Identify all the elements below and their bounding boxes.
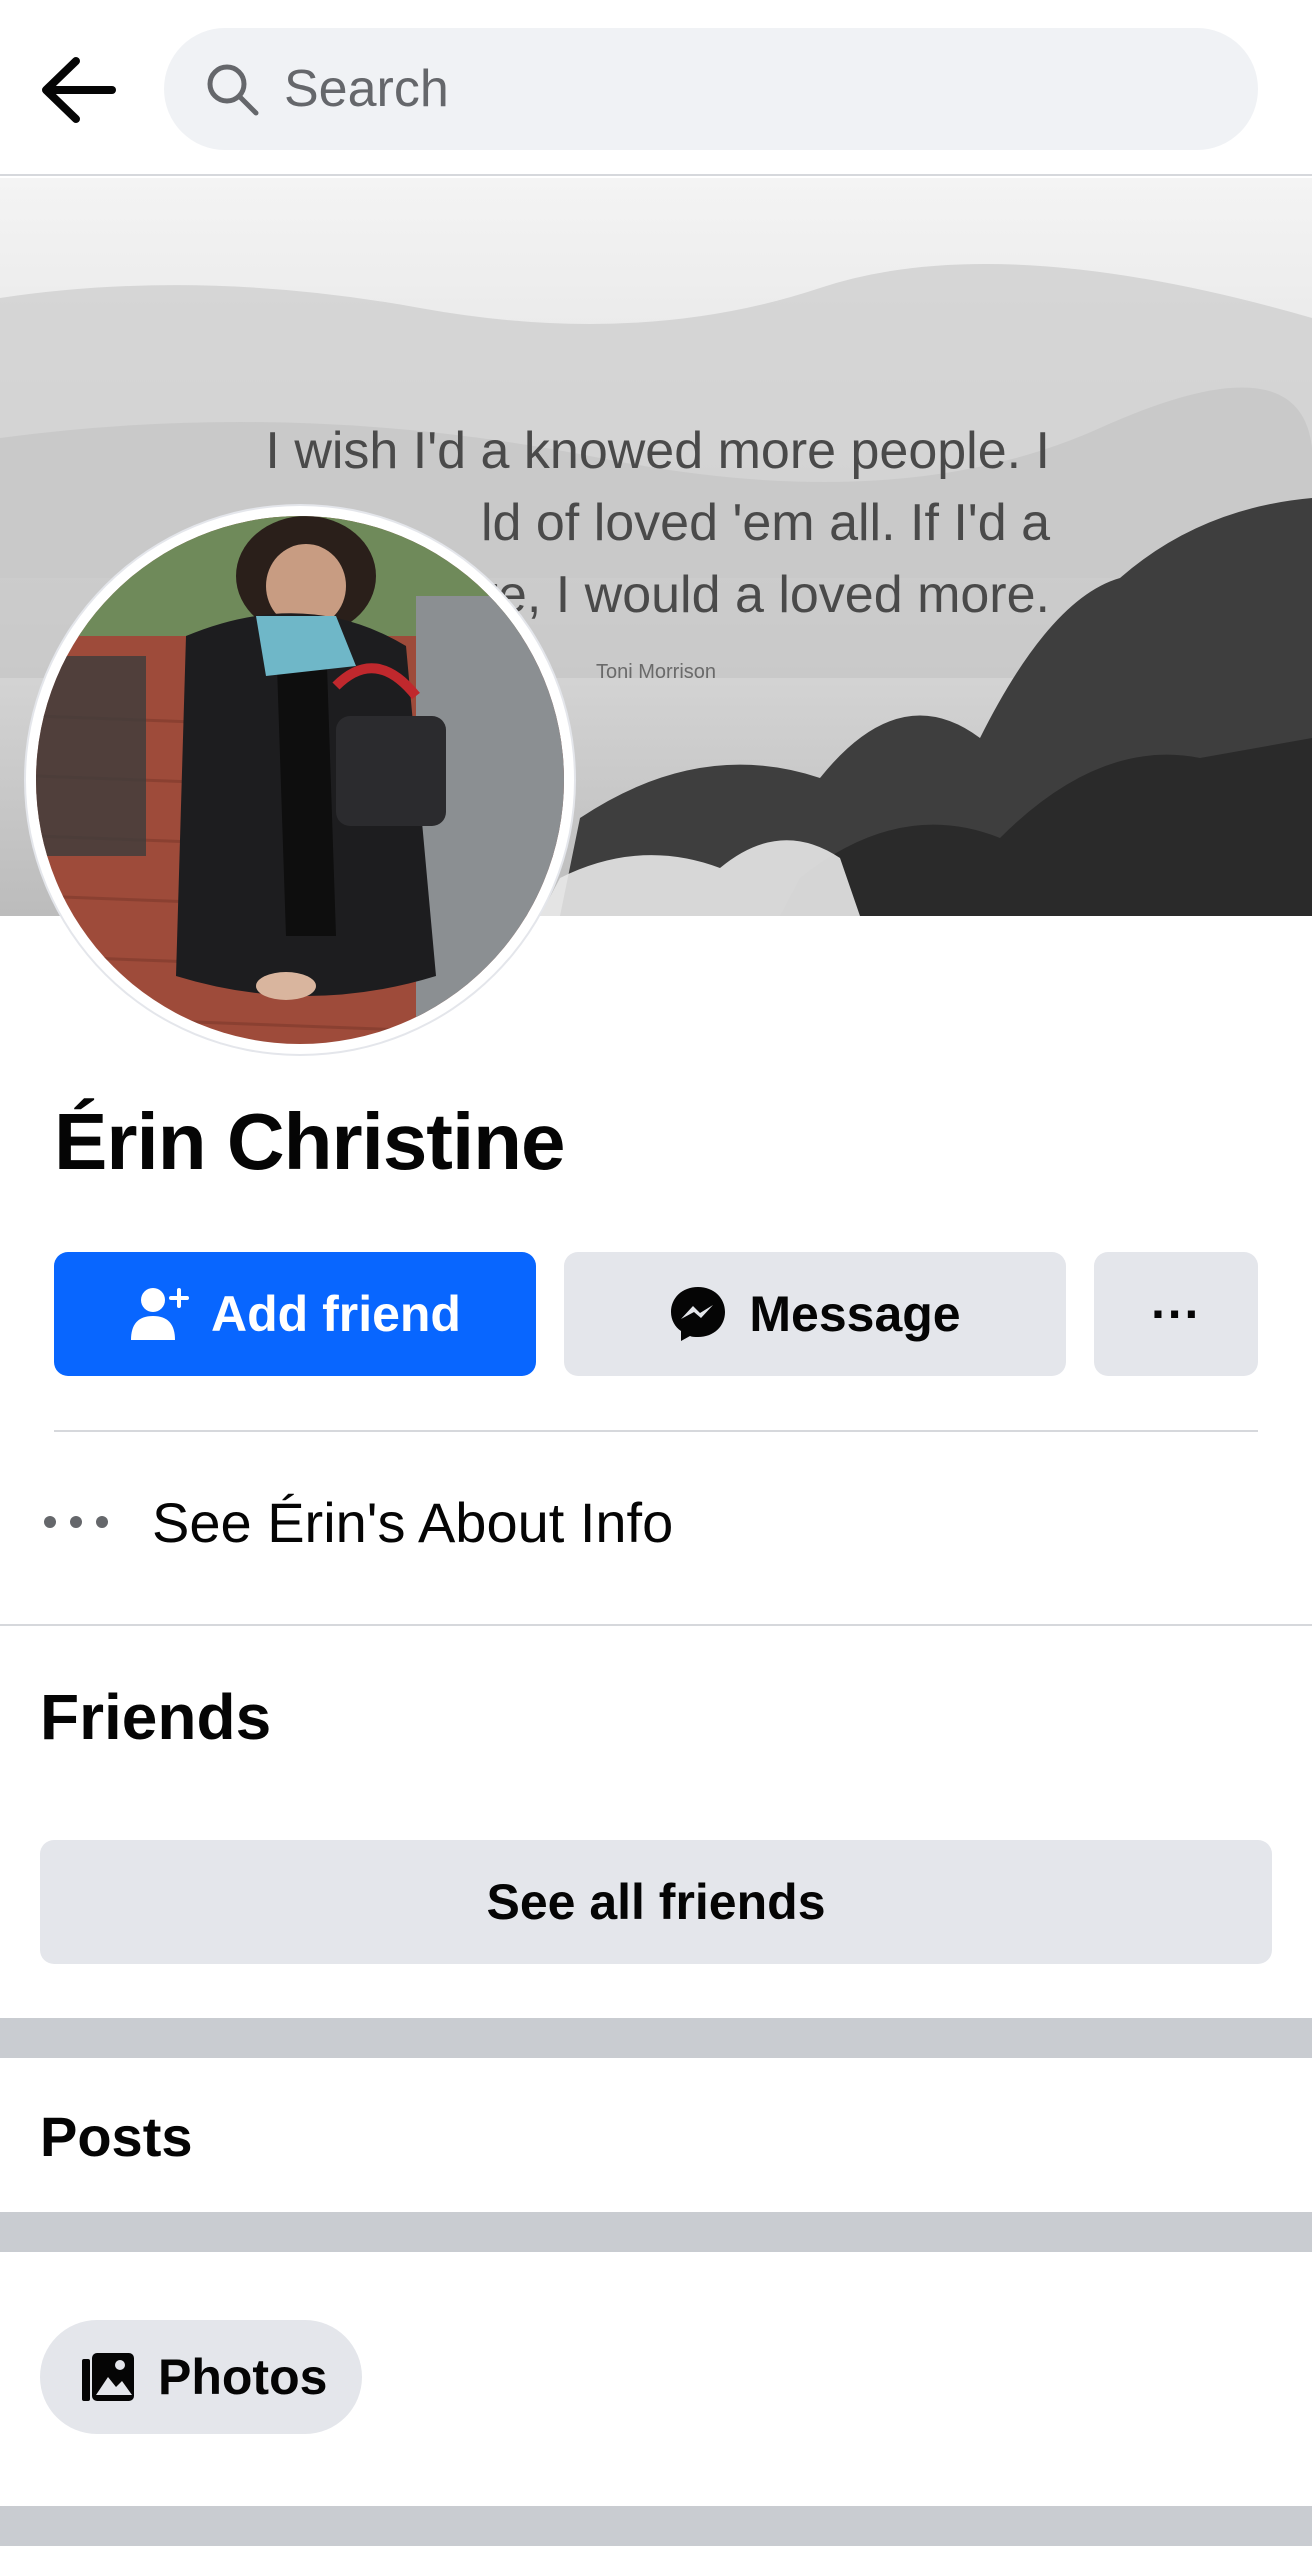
add-friend-button[interactable]: Add friend xyxy=(54,1252,536,1376)
search-icon xyxy=(202,59,262,119)
more-icon: ··· xyxy=(1151,1286,1201,1342)
cover-quote-line3: re, I would a loved more. xyxy=(481,566,1050,624)
cover-quote-line2: ld of loved 'em all. If I'd a xyxy=(481,494,1050,552)
section-divider xyxy=(0,1624,1312,1626)
posts-title: Posts xyxy=(40,2105,193,2168)
add-friend-label: Add friend xyxy=(211,1286,461,1342)
profile-picture[interactable] xyxy=(26,506,574,1054)
back-button[interactable] xyxy=(38,50,118,130)
section-separator xyxy=(0,2506,1312,2546)
section-separator xyxy=(0,2212,1312,2252)
cover-quote-line1: I wish I'd a knowed more people. I xyxy=(265,422,1050,480)
see-all-friends-button[interactable]: See all friends xyxy=(40,1840,1272,1964)
message-label: Message xyxy=(749,1286,961,1342)
message-button[interactable]: Message xyxy=(564,1252,1066,1376)
about-info-label: See Érin's About Info xyxy=(152,1490,674,1554)
more-options-button[interactable]: ··· xyxy=(1094,1252,1258,1376)
profile-name: Érin Christine xyxy=(54,1097,566,1186)
messenger-icon xyxy=(669,1285,727,1343)
search-input[interactable] xyxy=(284,59,1184,119)
add-person-icon xyxy=(129,1286,189,1342)
search-bar[interactable] xyxy=(164,28,1258,150)
about-info-row[interactable]: See Érin's About Info xyxy=(0,1440,1312,1604)
photos-button[interactable]: Photos xyxy=(40,2320,362,2434)
cover-quote-author: Toni Morrison xyxy=(596,661,716,683)
back-arrow-icon xyxy=(42,57,116,123)
top-bar xyxy=(0,0,1312,176)
photos-icon xyxy=(80,2351,136,2403)
friends-title: Friends xyxy=(40,1681,272,1753)
divider xyxy=(54,1430,1258,1432)
photos-label: Photos xyxy=(158,2349,328,2405)
section-separator xyxy=(0,2018,1312,2058)
avatar xyxy=(36,516,564,1044)
more-dots-icon xyxy=(44,1516,108,1528)
